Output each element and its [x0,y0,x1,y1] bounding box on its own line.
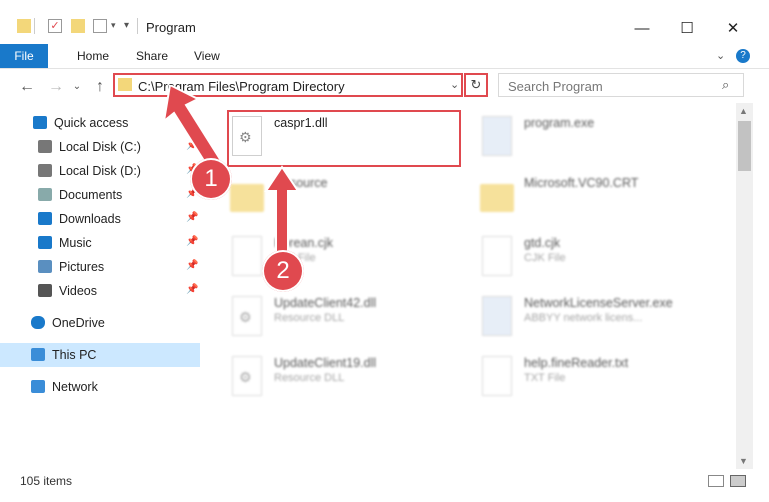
scroll-down-icon[interactable]: ▼ [739,456,748,466]
sidebar-item-label: Videos [59,284,97,298]
maximize-button[interactable]: ☐ [664,14,710,44]
drive-icon [38,140,52,153]
file-type: ABBYY network licens... [524,312,643,324]
sidebar-item-music[interactable]: Music 📌 [0,231,200,255]
file-type: Resource DLL [274,372,345,384]
sidebar-item-label: Downloads [59,212,121,226]
exe-file-icon [482,296,512,336]
star-icon [33,116,47,129]
new-folder-icon[interactable] [71,19,85,33]
tab-share[interactable]: Share [136,44,168,68]
sidebar-item-this-pc[interactable]: This PC [0,343,200,367]
search-input[interactable]: Search Program [508,79,603,94]
file-item[interactable]: NetworkLicenseServer.exe ABBYY network li… [478,292,718,344]
sidebar-item-videos[interactable]: Videos 📌 [0,279,200,303]
file-type: Resource DLL [274,312,345,324]
folder-icon [118,78,132,91]
highlight-box [227,110,461,167]
properties-icon[interactable]: ✓ [48,19,62,33]
file-type: TXT File [524,372,566,384]
exe-file-icon [482,116,512,156]
tab-home[interactable]: Home [77,44,109,68]
sidebar-item-label: Quick access [54,116,129,130]
recent-chevron-icon[interactable]: ⌄ [67,77,87,97]
step-2-badge: 2 [262,250,304,292]
pin-icon[interactable]: 📌 [186,212,198,223]
sidebar-item-label: This PC [52,348,97,362]
sidebar-item-downloads[interactable]: Downloads 📌 [0,207,200,231]
cloud-icon [31,316,45,329]
details-view-icon[interactable] [708,475,724,487]
videos-icon [38,284,52,297]
drive-icon [38,164,52,177]
file-type: CJK File [524,252,566,264]
dll-file-icon: ⚙ [232,356,262,396]
document-file-icon [482,356,512,396]
status-item-count: 105 items [20,474,73,488]
dll-file-icon: ⚙ [232,296,262,336]
window-title: Program [146,20,196,35]
tab-view[interactable]: View [194,44,220,68]
file-name: UpdateClient19.dll [274,356,377,370]
sidebar-item-label: Pictures [59,260,105,274]
sidebar-item-label: Local Disk (C:) [59,140,141,154]
large-icons-view-icon[interactable] [730,475,746,487]
ribbon-expand-icon[interactable]: ⌄ [716,49,725,62]
network-icon [31,380,45,393]
sidebar-item-label: Music [59,236,92,250]
music-icon [38,236,52,249]
sidebar-item-pictures[interactable]: Pictures 📌 [0,255,200,279]
file-name: program.exe [524,116,595,130]
address-dropdown-icon[interactable]: ⌄ [450,78,459,91]
back-arrow-icon[interactable]: ← [17,77,37,97]
step-1-badge: 1 [190,158,232,200]
divider [137,18,138,34]
download-icon [38,212,52,225]
file-item[interactable]: Microsoft.VC90.CRT [478,172,718,224]
scroll-up-icon[interactable]: ▲ [739,106,748,116]
up-arrow-icon[interactable]: ↑ [90,77,110,97]
file-item[interactable]: program.exe [478,112,718,164]
pin-icon[interactable]: 📌 [186,284,198,295]
pin-icon[interactable]: 📌 [186,236,198,247]
file-name: Microsoft.VC90.CRT [524,176,639,190]
ribbon [0,44,769,69]
scrollbar-thumb[interactable] [738,121,751,171]
file-item[interactable]: gtd.cjk CJK File [478,232,718,284]
documents-icon [38,188,52,201]
file-item[interactable]: help.fineReader.txt TXT File [478,352,718,404]
pc-icon [31,348,45,361]
chevron-down-icon[interactable]: ▾ [111,20,116,31]
close-button[interactable]: ✕ [710,14,756,44]
help-icon[interactable]: ? [736,49,750,63]
sidebar-item-label: Documents [59,188,123,202]
file-name: NetworkLicenseServer.exe [524,296,673,310]
sidebar-item-onedrive[interactable]: OneDrive [0,311,200,335]
document-file-icon [232,236,262,276]
pin-icon[interactable]: 📌 [186,260,198,271]
sidebar-item-label: Network [52,380,98,394]
search-icon[interactable]: ⌕ [722,77,729,93]
file-name: UpdateClient42.dll [274,296,377,310]
file-item[interactable]: ⚙ UpdateClient42.dll Resource DLL [228,292,468,344]
refresh-button[interactable]: ↻ [464,73,488,97]
divider [34,18,35,34]
folder-icon [17,19,31,33]
customize-icon[interactable] [93,19,107,33]
sidebar-item-label: OneDrive [52,316,105,330]
minimize-button[interactable]: — [619,14,665,44]
sidebar-item-network[interactable]: Network [0,375,200,399]
sidebar-item-label: Local Disk (D:) [59,164,141,178]
file-item[interactable]: ⚙ UpdateClient19.dll Resource DLL [228,352,468,404]
pictures-icon [38,260,52,273]
forward-arrow-icon[interactable]: → [46,77,66,97]
folder-icon [480,184,514,212]
file-name: help.fineReader.txt [524,356,629,370]
document-file-icon [482,236,512,276]
tab-file[interactable]: File [0,44,48,68]
file-name: gtd.cjk [524,236,561,250]
quick-access-dropdown-icon[interactable]: ▾ [124,20,129,31]
